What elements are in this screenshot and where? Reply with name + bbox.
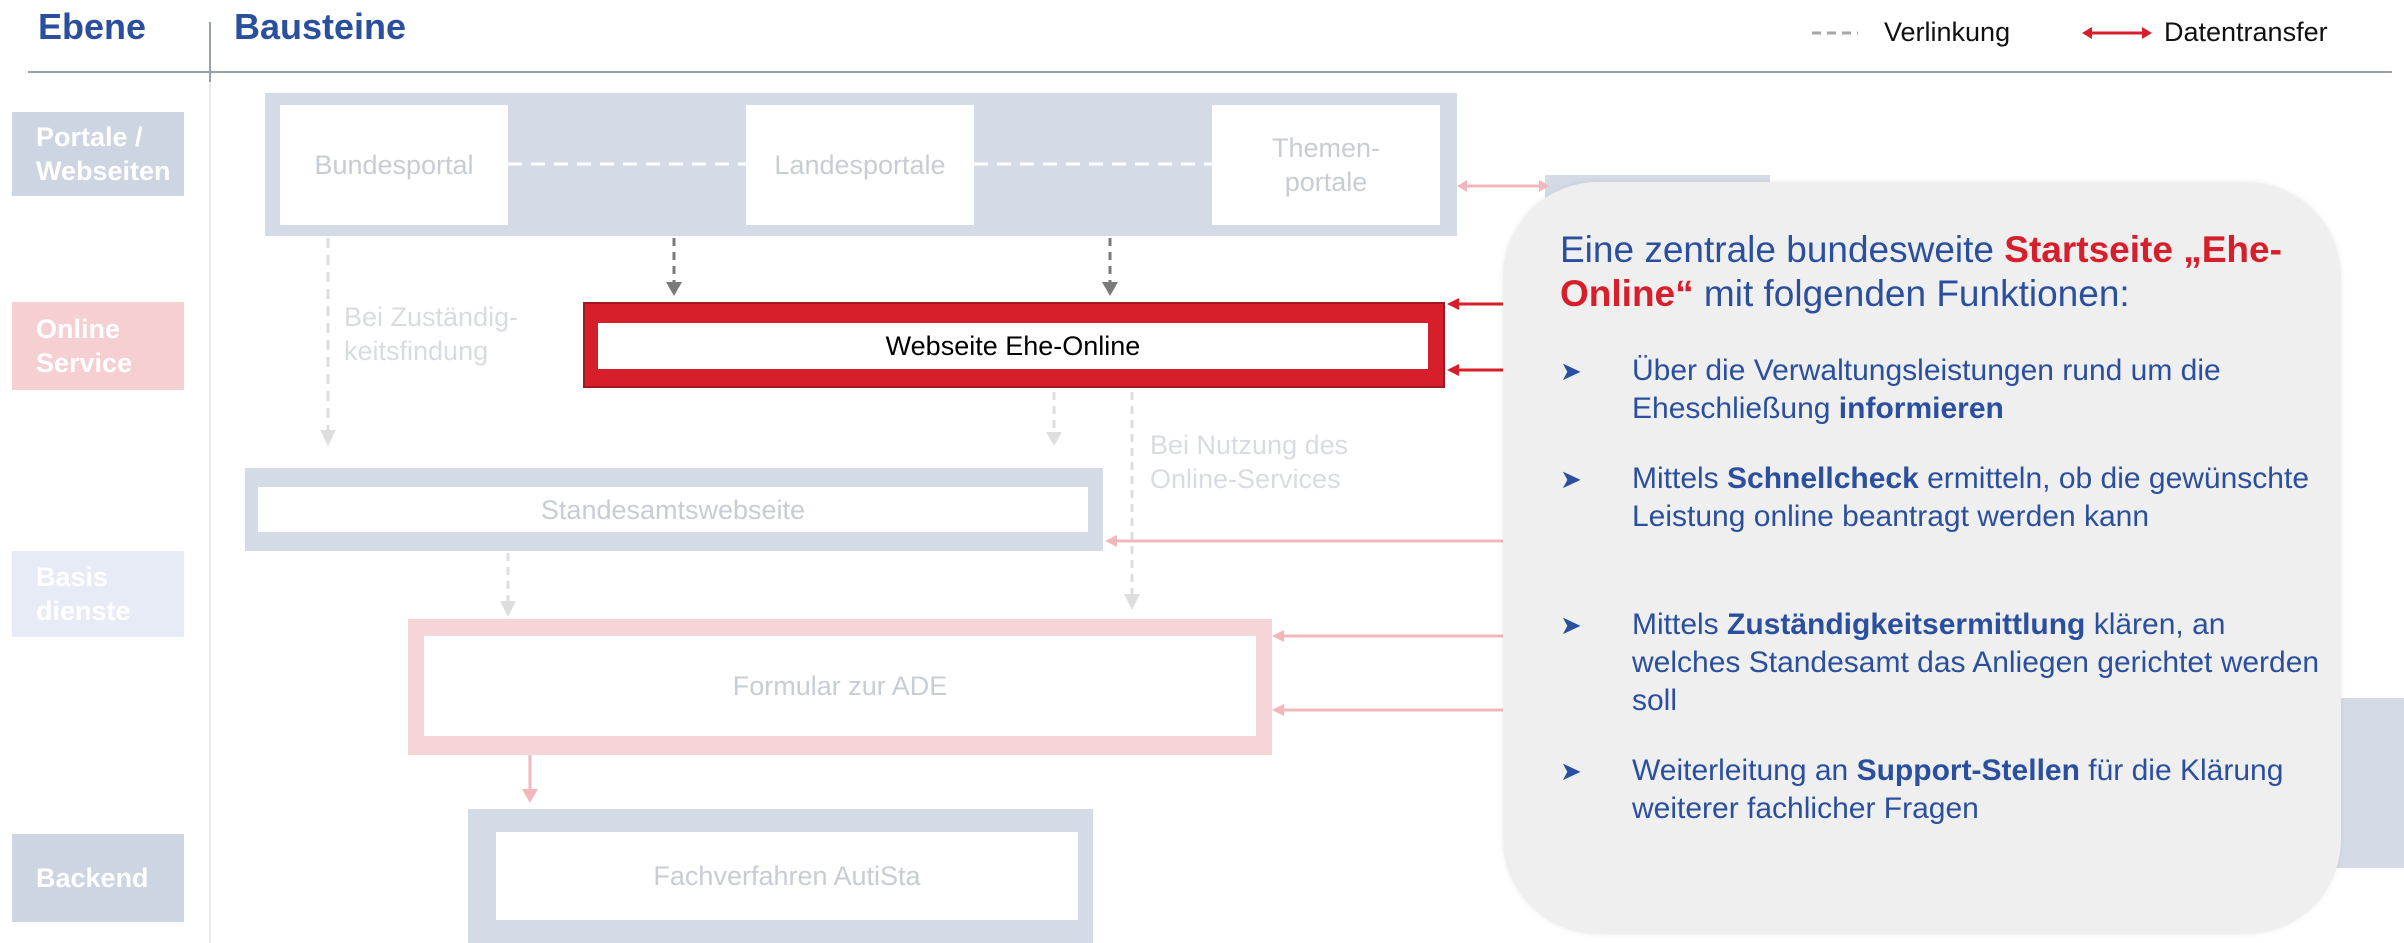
portal-links	[508, 162, 1212, 166]
standesamt-box: Standesamtswebseite	[258, 487, 1088, 532]
bullet-bold: Schnellcheck	[1727, 462, 1919, 495]
transfer-arrow-standesamt	[1105, 535, 1511, 547]
callout-title-suffix: mit folgenden Funktionen:	[1693, 273, 2130, 314]
legend-transfer-label: Datentransfer	[2164, 17, 2328, 47]
bullet-arrow-icon: ➤	[1560, 610, 1582, 640]
bullet-bold: informieren	[1838, 392, 2004, 425]
webseite-ehe-online-box: Webseite Ehe-Online	[598, 323, 1428, 369]
column-divider-top	[209, 22, 211, 82]
fachverfahren-box: Fachverfahren AutiSta	[496, 832, 1078, 920]
dashed-line-legend-icon	[1812, 31, 1858, 35]
bausteine-heading: Bausteine	[234, 6, 407, 47]
transfer-arrows-webseite	[1447, 298, 1503, 376]
bullet-text: Weiterleitung an	[1632, 754, 1857, 787]
annotation-zustaendigkeit: Bei Zuständig-keitsfindung	[344, 302, 519, 366]
bullet-text: Mittels	[1632, 462, 1728, 495]
level-backend: Backend	[12, 834, 184, 922]
bullet-bold: Support-Stellen	[1856, 754, 2080, 787]
bullet-arrow-icon: ➤	[1560, 464, 1582, 494]
column-divider	[209, 22, 211, 943]
bullet-arrow-icon: ➤	[1560, 356, 1582, 386]
level-portale: Portale / Webseiten	[12, 112, 184, 196]
bullet-bold: Zuständigkeitsermittlung	[1727, 608, 2086, 641]
bullet-text: Mittels	[1632, 608, 1728, 641]
level-online-service: Online Service	[12, 302, 184, 390]
ebene-heading: Ebene	[38, 6, 147, 47]
callout-title-prefix: Eine zentrale bundesweite	[1560, 229, 2005, 270]
formular-box: Formular zur ADE	[424, 636, 1256, 736]
link-arrows-to-webseite	[666, 238, 1118, 296]
double-arrow-legend-icon	[2082, 27, 2152, 39]
annotation-nutzung: Bei Nutzung des Online-Services	[1150, 430, 1349, 494]
header-divider	[28, 71, 2392, 73]
transfer-arrow-themen	[1457, 180, 1549, 192]
link-bund-standesamt	[320, 238, 336, 446]
transfer-arrows-formular	[1272, 630, 1508, 716]
bundesportal-box: Bundesportal	[280, 105, 508, 225]
external-box-faded-right	[2330, 698, 2404, 868]
bullet-arrow-icon: ➤	[1560, 756, 1582, 786]
themenportale-box: Themen-portale	[1212, 105, 1440, 225]
callout-title: Eine zentrale bundesweite Startseite „Eh…	[1560, 228, 2320, 316]
transfer-formular-backend	[522, 755, 538, 803]
link-standesamt-formular	[500, 553, 516, 617]
level-basisdienste: Basis dienste	[12, 551, 184, 637]
legend-link-label: Verlinkung	[1884, 17, 2011, 47]
